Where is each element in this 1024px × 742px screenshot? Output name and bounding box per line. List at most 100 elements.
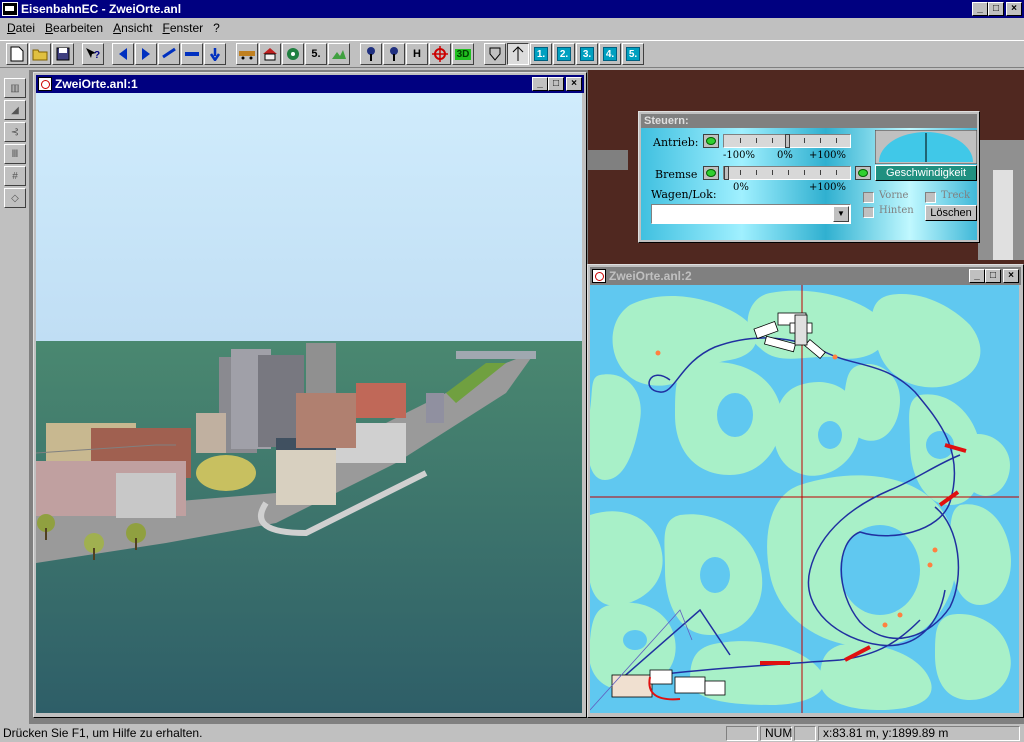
menu-help[interactable]: ? <box>208 21 225 35</box>
antrieb-slider-thumb[interactable] <box>785 134 790 148</box>
view-3d-window[interactable]: ZweiOrte.anl:1 _ □ × <box>33 72 587 718</box>
status-bar: Drücken Sie F1, um Hilfe zu erhalten. NU… <box>0 724 1024 742</box>
sky <box>36 93 582 343</box>
menu-fenster[interactable]: Fenster <box>157 21 208 35</box>
open-folder-icon[interactable] <box>29 43 51 65</box>
track-map-canvas[interactable] <box>590 285 1019 713</box>
bumper-track-icon[interactable]: Ⅲ <box>4 144 26 164</box>
step-5-button[interactable]: 5. <box>305 43 327 65</box>
ramp-track-icon[interactable]: ◢ <box>4 100 26 120</box>
status-scroll-panel <box>794 726 816 741</box>
cross-track-icon[interactable]: # <box>4 166 26 186</box>
straight-track-icon[interactable] <box>181 43 203 65</box>
view-3d-minimize-button[interactable]: _ <box>532 77 548 91</box>
tool-a-icon[interactable] <box>484 43 506 65</box>
bremse-slider-thumb[interactable] <box>724 166 729 180</box>
arrow-left-icon[interactable] <box>112 43 134 65</box>
chevron-down-icon[interactable]: ▼ <box>833 206 849 222</box>
view-3d-close-button[interactable]: × <box>566 77 582 91</box>
hinten-checkbox[interactable] <box>863 207 874 218</box>
view-3d-title: ZweiOrte.anl:1 <box>55 77 138 91</box>
control-panel-body: Antrieb: -100% 0% +100% Bremse 0% +100% <box>641 128 977 240</box>
minimize-button[interactable]: _ <box>972 2 988 16</box>
app-titlebar[interactable]: EisenbahnEC - ZweiOrte.anl _ □ × <box>0 0 1024 18</box>
arrow-down-icon[interactable] <box>204 43 226 65</box>
menu-bearbeiten[interactable]: Bearbeiten <box>40 21 108 35</box>
layer-3-button[interactable]: 3. <box>576 43 598 65</box>
layer-2-label: 2. <box>557 47 571 61</box>
terrain-icon[interactable] <box>328 43 350 65</box>
status-help-text: Drücken Sie F1, um Hilfe zu erhalten. <box>3 726 203 740</box>
antrieb-max: +100% <box>809 150 846 161</box>
view-3d-button[interactable]: 3D <box>452 43 474 65</box>
bremse-max: +100% <box>809 182 846 193</box>
save-disk-icon[interactable] <box>52 43 74 65</box>
layer-1-label: 1. <box>534 47 548 61</box>
hinten-label: Hinten <box>879 205 914 216</box>
layer-5-button[interactable]: 5. <box>622 43 644 65</box>
layer-2-button[interactable]: 2. <box>553 43 575 65</box>
control-panel[interactable]: Steuern: Antrieb: -100% 0% +100% Bremse … <box>638 111 980 243</box>
vorne-checkbox[interactable] <box>863 192 874 203</box>
speed-button[interactable]: Geschwindigkeit <box>875 165 977 181</box>
antrieb-zero: 0% <box>777 150 793 161</box>
height-button[interactable]: H <box>406 43 428 65</box>
bremse-led-right-button[interactable] <box>855 166 871 180</box>
map-maximize-button[interactable]: □ <box>985 269 1001 283</box>
bremse-slider[interactable] <box>723 166 851 180</box>
antrieb-slider[interactable] <box>723 134 851 148</box>
view-3d-maximize-button[interactable]: □ <box>548 77 564 91</box>
menu-bar: Datei Bearbeiten Ansicht Fenster ? <box>0 18 1024 38</box>
tool-b-icon[interactable] <box>507 43 529 65</box>
maximize-button[interactable]: □ <box>988 2 1004 16</box>
green-led-icon <box>706 169 716 177</box>
antrieb-min: -100% <box>723 150 755 161</box>
new-file-icon[interactable] <box>6 43 28 65</box>
layer-3-label: 3. <box>580 47 594 61</box>
switch-track-icon[interactable]: ⊰ <box>4 122 26 142</box>
green-led-icon <box>858 169 868 177</box>
scene-3d-canvas[interactable] <box>36 93 582 713</box>
left-toolbar: ▥ ◢ ⊰ Ⅲ # ◇ <box>0 70 30 724</box>
diagonal-track-icon[interactable]: ◇ <box>4 188 26 208</box>
bremse-led-left-button[interactable] <box>703 166 719 180</box>
wagon-icon[interactable] <box>236 43 258 65</box>
status-coordinates: x:83.81 m, y:1899.89 m <box>818 726 1020 741</box>
wagen-select[interactable]: ▼ <box>651 204 851 224</box>
treck-checkbox[interactable] <box>925 192 936 203</box>
layer-1-button[interactable]: 1. <box>530 43 552 65</box>
map-close-button[interactable]: × <box>1003 269 1019 283</box>
map-titlebar[interactable]: ZweiOrte.anl:2 _ □ × <box>590 267 1021 285</box>
crosshair-icon[interactable] <box>429 43 451 65</box>
treck-label: Treck <box>941 190 971 201</box>
close-button[interactable]: × <box>1006 2 1022 16</box>
view-3d-titlebar[interactable]: ZweiOrte.anl:1 _ □ × <box>36 75 584 93</box>
locomotive-icon[interactable] <box>282 43 304 65</box>
rail-track-icon[interactable]: ▥ <box>4 78 26 98</box>
house-icon[interactable] <box>259 43 281 65</box>
antrieb-label: Antrieb: <box>653 136 699 149</box>
map-document-icon <box>592 269 606 283</box>
track-piece-icon[interactable] <box>158 43 180 65</box>
wagen-label: Wagen/Lok: <box>651 188 717 201</box>
antrieb-led-button[interactable] <box>703 134 719 148</box>
status-caps-panel <box>726 726 758 741</box>
signal-add-icon[interactable] <box>360 43 382 65</box>
loeschen-button[interactable]: Löschen <box>925 205 977 221</box>
svg-text:?: ? <box>94 50 100 61</box>
train-app-icon[interactable] <box>2 2 18 16</box>
control-panel-title: Steuern: <box>641 114 977 128</box>
vorne-label: Vorne <box>879 190 909 201</box>
menu-datei[interactable]: Datei <box>2 21 40 35</box>
arrow-right-icon[interactable] <box>135 43 157 65</box>
wagen-select-value <box>652 207 655 219</box>
context-help-icon[interactable]: ? <box>82 43 104 65</box>
map-minimize-button[interactable]: _ <box>969 269 985 283</box>
signal-remove-icon[interactable] <box>383 43 405 65</box>
menu-ansicht[interactable]: Ansicht <box>108 21 157 35</box>
layer-4-button[interactable]: 4. <box>599 43 621 65</box>
map-window[interactable]: ZweiOrte.anl:2 _ □ × <box>587 264 1024 718</box>
document-icon <box>38 77 52 91</box>
mdi-workspace: ZweiOrte.anl:1 _ □ × ZweiOrte.anl:2 _ □ … <box>30 70 1024 724</box>
app-title: EisenbahnEC - ZweiOrte.anl <box>21 2 182 16</box>
